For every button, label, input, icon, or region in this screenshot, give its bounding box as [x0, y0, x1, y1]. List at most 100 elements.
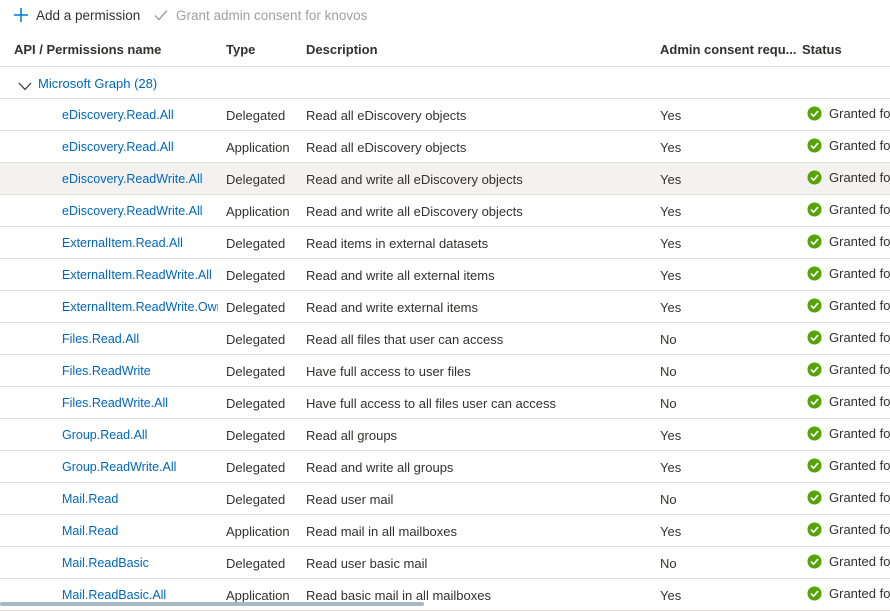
checkmark-icon [152, 6, 170, 24]
granted-check-icon [807, 266, 822, 281]
table-row[interactable]: ExternalItem.Read.All Delegated Read items… [0, 227, 890, 259]
status-text: Granted for [829, 170, 890, 185]
granted-check-icon [807, 522, 822, 537]
status-text: Granted for [829, 298, 890, 313]
permission-name-link[interactable]: Mail.ReadBasic [62, 556, 218, 570]
status-cell: Granted for [807, 362, 890, 377]
permission-name-link[interactable]: eDiscovery.Read.All [62, 140, 218, 154]
permission-type: Delegated [226, 556, 286, 571]
permission-type: Application [226, 524, 290, 539]
status-cell: Granted for [807, 394, 890, 409]
status-cell: Granted for [807, 554, 890, 569]
status-cell: Granted for [807, 586, 890, 601]
permission-name-link[interactable]: Mail.ReadBasic.All [62, 588, 218, 602]
table-row[interactable]: Mail.Read Application Read mail in all mai… [0, 515, 890, 547]
status-cell: Granted for [807, 170, 890, 185]
table-row[interactable]: Files.Read.All Delegated Read all files th… [0, 323, 890, 355]
command-bar: Add a permission Grant admin consent for… [0, 0, 890, 30]
permission-description: Read user basic mail [306, 556, 428, 571]
group-row-microsoft-graph[interactable]: Microsoft Graph (28) [0, 67, 890, 99]
table-row[interactable]: eDiscovery.Read.All Application Read all e… [0, 131, 890, 163]
permission-type: Delegated [226, 236, 286, 251]
status-text: Granted for [829, 522, 890, 537]
chevron-down-icon[interactable] [18, 79, 32, 94]
table-row[interactable]: Group.Read.All Delegated Read all groups Ye… [0, 419, 890, 451]
granted-check-icon [807, 362, 822, 377]
permission-name-link[interactable]: eDiscovery.Read.All [62, 108, 218, 122]
table-row[interactable]: Files.ReadWrite.All Delegated Have full ac… [0, 387, 890, 419]
column-header-status[interactable]: Status [802, 42, 842, 57]
status-text: Granted for [829, 554, 890, 569]
permission-type: Delegated [226, 492, 286, 507]
group-label: Microsoft Graph (28) [38, 76, 158, 91]
permission-name-link[interactable]: eDiscovery.ReadWrite.All [62, 172, 218, 186]
admin-consent-required: No [660, 332, 677, 347]
granted-check-icon [807, 202, 822, 217]
permission-name-link[interactable]: Group.Read.All [62, 428, 218, 442]
status-text: Granted for [829, 138, 890, 153]
table-row[interactable]: eDiscovery.ReadWrite.All Application Read … [0, 195, 890, 227]
admin-consent-required: Yes [660, 300, 682, 315]
status-text: Granted for [829, 202, 890, 217]
granted-check-icon [807, 298, 822, 313]
permission-name-link[interactable]: Files.ReadWrite.All [62, 396, 218, 410]
table-row[interactable]: ExternalItem.ReadWrite.All Delegated Read … [0, 259, 890, 291]
permission-type: Delegated [226, 172, 286, 187]
horizontal-scrollbar[interactable] [0, 602, 424, 606]
status-cell: Granted for [807, 490, 890, 505]
table-row[interactable]: Mail.ReadBasic Delegated Read user basic m… [0, 547, 890, 579]
add-permission-button[interactable]: Add a permission [12, 5, 140, 25]
table-header: API / Permissions name Type Description … [0, 33, 890, 67]
permission-description: Have full access to all files user can a… [306, 396, 556, 411]
granted-check-icon [807, 458, 822, 473]
column-header-name[interactable]: API / Permissions name [14, 42, 161, 57]
permission-name-link[interactable]: ExternalItem.Read.All [62, 236, 218, 250]
table-row[interactable]: Group.ReadWrite.All Delegated Read and wri… [0, 451, 890, 483]
permission-description: Read and write all groups [306, 460, 454, 475]
status-text: Granted for [829, 426, 890, 441]
permission-name-link[interactable]: Files.ReadWrite [62, 364, 218, 378]
table-row[interactable]: Files.ReadWrite Delegated Have full access… [0, 355, 890, 387]
admin-consent-required: Yes [660, 108, 682, 123]
admin-consent-required: No [660, 364, 677, 379]
status-text: Granted for [829, 362, 890, 377]
permission-type: Delegated [226, 460, 286, 475]
status-text: Granted for [829, 394, 890, 409]
table-row[interactable]: eDiscovery.ReadWrite.All Delegated Read an… [0, 163, 890, 195]
column-header-admin-consent[interactable]: Admin consent requ... [660, 42, 797, 57]
granted-check-icon [807, 394, 822, 409]
table-row[interactable]: Mail.Read Delegated Read user mail No Grante… [0, 483, 890, 515]
status-cell: Granted for [807, 522, 890, 537]
permission-type: Delegated [226, 268, 286, 283]
permission-description: Read mail in all mailboxes [306, 524, 458, 539]
status-text: Granted for [829, 106, 890, 121]
admin-consent-required: Yes [660, 268, 682, 283]
permission-description: Read all files that user can access [306, 332, 504, 347]
admin-consent-required: Yes [660, 524, 682, 539]
permission-description: Read and write all eDiscovery objects [306, 172, 523, 187]
permission-description: Read all eDiscovery objects [306, 140, 467, 155]
column-header-description[interactable]: Description [306, 42, 378, 57]
status-text: Granted for [829, 586, 890, 601]
grant-admin-consent-button[interactable]: Grant admin consent for knovos [152, 5, 367, 25]
table-row[interactable]: eDiscovery.Read.All Delegated Read all eDi… [0, 99, 890, 131]
permission-name-link[interactable]: Files.Read.All [62, 332, 218, 346]
permission-description: Read and write external items [306, 300, 478, 315]
status-cell: Granted for [807, 298, 890, 313]
permission-description: Read and write all eDiscovery objects [306, 204, 523, 219]
permission-name-link[interactable]: Mail.Read [62, 524, 218, 538]
granted-check-icon [807, 426, 822, 441]
status-text: Granted for [829, 234, 890, 249]
permission-name-link[interactable]: ExternalItem.ReadWrite.Owne [62, 300, 218, 314]
permission-type: Delegated [226, 300, 286, 315]
column-header-type[interactable]: Type [226, 42, 255, 57]
table-row[interactable]: ExternalItem.ReadWrite.Owne Delegated Read… [0, 291, 890, 323]
permission-type: Delegated [226, 396, 286, 411]
permission-name-link[interactable]: eDiscovery.ReadWrite.All [62, 204, 218, 218]
permission-name-link[interactable]: ExternalItem.ReadWrite.All [62, 268, 218, 282]
status-cell: Granted for [807, 426, 890, 441]
table-row[interactable]: Mail.ReadBasic.All Application Read basic … [0, 579, 890, 611]
permission-name-link[interactable]: Group.ReadWrite.All [62, 460, 218, 474]
granted-check-icon [807, 170, 822, 185]
permission-name-link[interactable]: Mail.Read [62, 492, 218, 506]
